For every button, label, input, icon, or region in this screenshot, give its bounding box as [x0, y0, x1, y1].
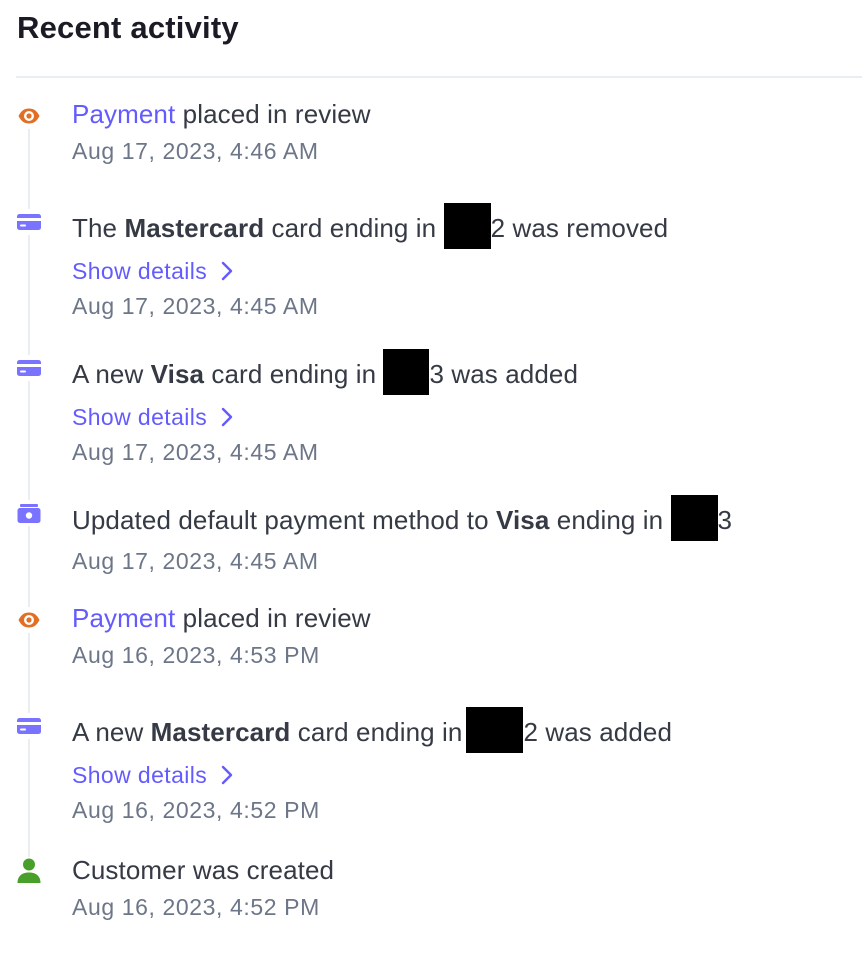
card-brand: Visa [496, 505, 550, 535]
eye-icon [16, 607, 42, 633]
activity-timestamp: Aug 17, 2023, 4:46 AM [72, 138, 319, 164]
activity-text: A new Mastercard card ending in 2 was add… [72, 707, 862, 753]
text-prefix: A new [72, 359, 151, 389]
redacted-block [443, 203, 491, 249]
card-brand: Mastercard [150, 717, 291, 747]
activity-timestamp: Aug 16, 2023, 4:53 PM [72, 642, 320, 668]
activity-text: Payment placed in review [72, 601, 862, 635]
wallet-icon [16, 500, 42, 526]
text-prefix: A new [72, 717, 151, 747]
show-details-label: Show details [72, 258, 208, 284]
activity-text: Customer was created [72, 855, 335, 885]
show-details-button[interactable]: Show details [72, 760, 862, 790]
chevron-right-icon [222, 765, 233, 785]
activity-timestamp: Aug 17, 2023, 4:45 AM [72, 548, 319, 574]
card-last-digit: 2 [490, 213, 506, 243]
show-details-button[interactable]: Show details [72, 256, 862, 286]
activity-timestamp: Aug 16, 2023, 4:52 PM [72, 797, 320, 823]
activity-timestamp: Aug 17, 2023, 4:45 AM [72, 293, 319, 319]
card-brand: Visa [150, 359, 205, 389]
card-last-digit: 3 [717, 505, 733, 535]
chevron-right-icon [222, 407, 233, 427]
text-suffix: was added [538, 717, 672, 747]
card-last-digit: 2 [523, 717, 539, 747]
activity-text: Updated default payment method to Visa e… [72, 495, 862, 541]
text-prefix: The [72, 213, 125, 243]
activity-text: The Mastercard card ending in 2 was remo… [72, 203, 862, 249]
section-title: Recent activity [17, 10, 239, 45]
activity-text: Payment placed in review [72, 97, 862, 131]
text-mid: ending in [549, 505, 671, 535]
activity-text-rest: placed in review [175, 99, 371, 129]
show-details-button[interactable]: Show details [72, 402, 862, 432]
activity-timestamp: Aug 16, 2023, 4:52 PM [72, 894, 320, 920]
chevron-right-icon [222, 261, 233, 281]
text-prefix: Updated default payment method to [72, 505, 497, 535]
activity-timestamp: Aug 17, 2023, 4:45 AM [72, 439, 319, 465]
text-mid: card ending in [290, 717, 463, 747]
redacted-block [466, 707, 524, 753]
credit-card-icon [16, 355, 42, 381]
text-suffix: was added [444, 359, 579, 389]
payment-link[interactable]: Payment [72, 99, 175, 129]
card-brand: Mastercard [124, 213, 265, 243]
activity-text-rest: placed in review [175, 603, 371, 633]
text-suffix: was removed [505, 213, 669, 243]
credit-card-icon [16, 713, 42, 739]
text-mid: card ending in [204, 359, 384, 389]
credit-card-icon [16, 209, 42, 235]
card-last-digit: 3 [429, 359, 445, 389]
text-mid: card ending in [264, 213, 444, 243]
payment-link[interactable]: Payment [72, 603, 175, 633]
show-details-label: Show details [72, 404, 208, 430]
activity-text: A new Visa card ending in 3 was added [72, 349, 862, 395]
divider [16, 76, 862, 78]
user-icon [16, 857, 42, 883]
recent-activity-panel: Recent activity Payment placed in review… [0, 0, 862, 960]
eye-icon [16, 103, 42, 129]
redacted-block [670, 495, 718, 541]
redacted-block [383, 349, 430, 395]
show-details-label: Show details [72, 762, 208, 788]
